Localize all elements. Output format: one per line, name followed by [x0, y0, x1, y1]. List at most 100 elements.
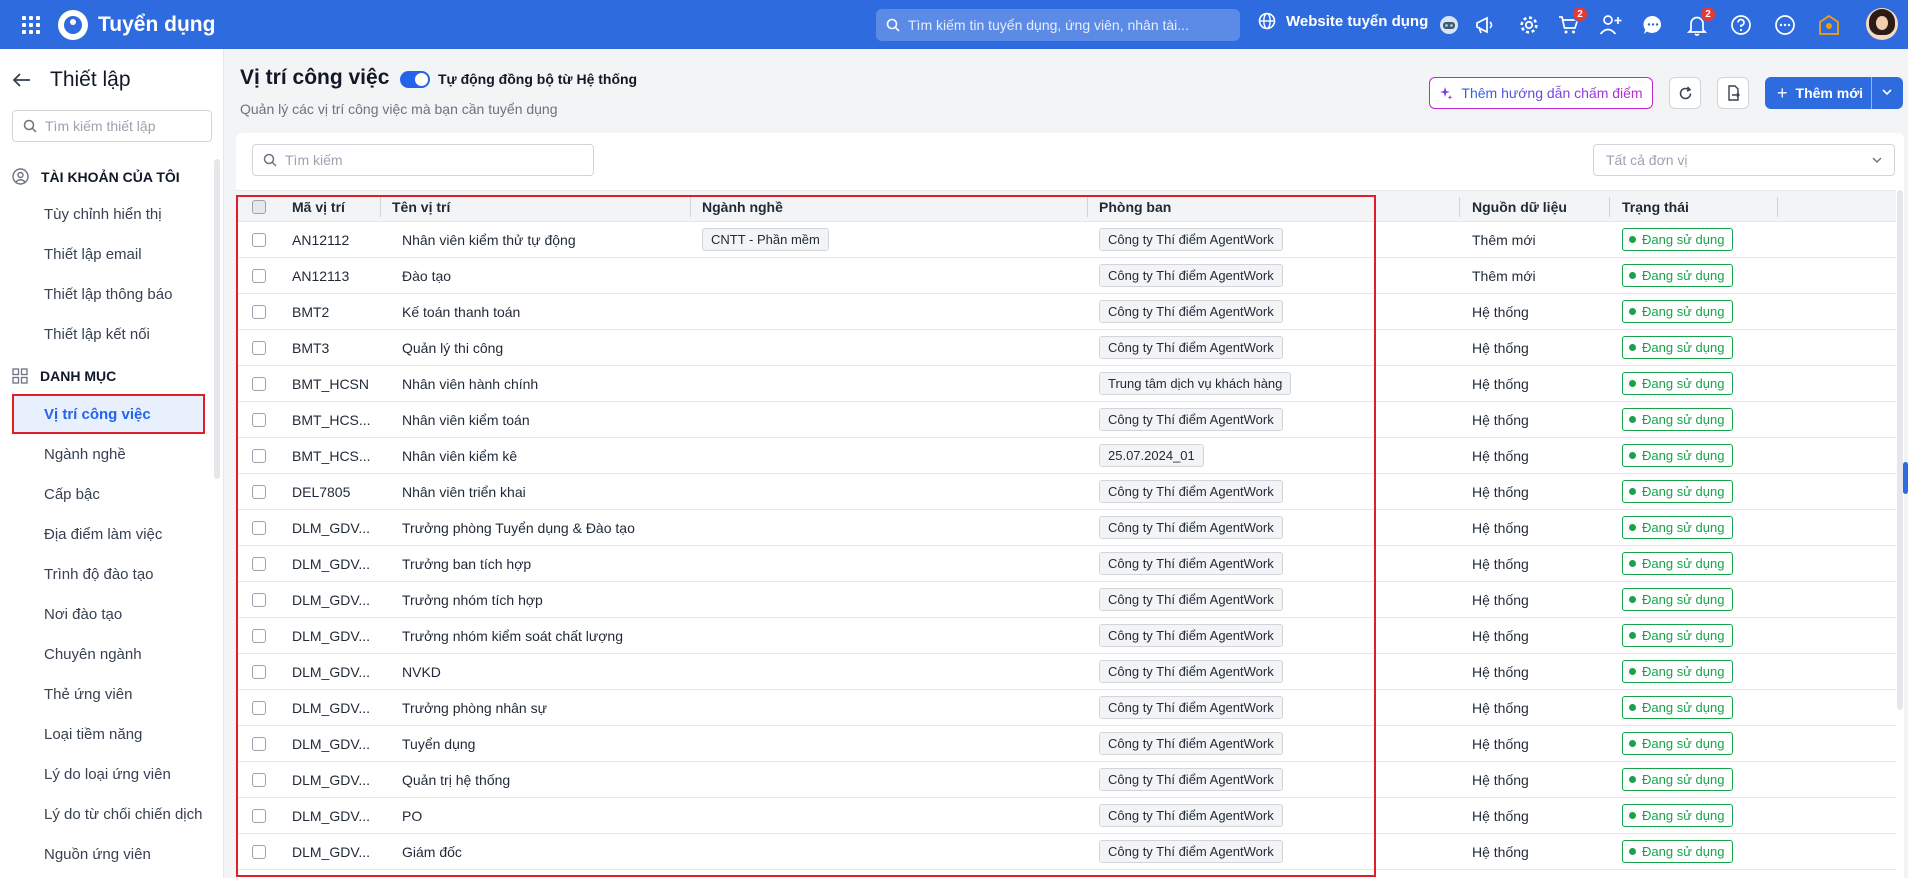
row-checkbox[interactable]: [252, 340, 266, 355]
sidebar-item-campaign-decline-reasons[interactable]: Lý do từ chối chiến dịch: [44, 806, 202, 823]
sidebar-item-industries[interactable]: Ngành nghề: [44, 446, 126, 463]
sidebar-item-email-settings[interactable]: Thiết lập email: [44, 246, 142, 263]
row-checkbox[interactable]: [252, 520, 266, 535]
sidebar-item-majors[interactable]: Chuyên ngành: [44, 646, 142, 663]
table-row[interactable]: AN12113 Đào tạo Công ty Thí điểm AgentWork…: [236, 258, 1896, 294]
header-industry[interactable]: Ngành nghề: [702, 191, 783, 222]
table-row[interactable]: BMT2 Kế toán thanh toán Công ty Thí điểm A…: [236, 294, 1896, 330]
row-checkbox[interactable]: [252, 664, 266, 679]
sidebar-item-candidate-sources[interactable]: Nguồn ứng viên: [44, 846, 151, 863]
table-row[interactable]: DEL7805 Nhân viên triển khai Công ty Thí đ…: [236, 474, 1896, 510]
add-new-button[interactable]: + Thêm mới: [1765, 77, 1903, 109]
add-user-icon[interactable]: [1598, 12, 1624, 38]
row-checkbox[interactable]: [252, 304, 266, 319]
row-checkbox[interactable]: [252, 844, 266, 859]
cell-name[interactable]: PO: [402, 798, 692, 833]
chat-icon[interactable]: [1640, 12, 1666, 38]
cell-name[interactable]: Nhân viên kiểm kê: [402, 438, 692, 473]
community-icon[interactable]: [1816, 12, 1842, 38]
bell-icon[interactable]: 2: [1684, 6, 1716, 38]
row-checkbox[interactable]: [252, 268, 266, 283]
header-source[interactable]: Nguồn dữ liệu: [1472, 191, 1567, 222]
sidebar-item-display-settings[interactable]: Tùy chỉnh hiển thị: [44, 206, 162, 223]
row-checkbox[interactable]: [252, 412, 266, 427]
table-row[interactable]: BMT3 Quản lý thi công Công ty Thí điểm Age…: [236, 330, 1896, 366]
cell-name[interactable]: Nhân viên kiểm toán: [402, 402, 692, 437]
export-button[interactable]: [1717, 77, 1749, 109]
table-row[interactable]: AN12112 Nhân viên kiểm thử tự động CNTT - …: [236, 222, 1896, 258]
sidebar-scrollbar[interactable]: [214, 159, 220, 479]
row-checkbox[interactable]: [252, 556, 266, 571]
select-all-checkbox[interactable]: [252, 199, 266, 214]
sidebar-item-candidate-tags[interactable]: Thẻ ứng viên: [44, 686, 132, 703]
sidebar-item-connection-settings[interactable]: Thiết lập kết nối: [44, 326, 150, 343]
cell-name[interactable]: Nhân viên hành chính: [402, 366, 692, 401]
assistant-bot-icon[interactable]: [1436, 12, 1462, 38]
table-row[interactable]: DLM_GDV... PO Công ty Thí điểm AgentWork Hệ…: [236, 798, 1896, 834]
cell-name[interactable]: Trưởng ban tích hợp: [402, 546, 692, 581]
table-row[interactable]: DLM_GDV... Trưởng nhóm tích hợp Công ty Th…: [236, 582, 1896, 618]
app-title[interactable]: Tuyển dụng: [98, 13, 215, 37]
cell-name[interactable]: Quản trị hệ thống: [402, 762, 692, 797]
website-link[interactable]: Website tuyển dụng: [1258, 12, 1428, 30]
table-row[interactable]: DLM_GDV... Trưởng nhóm kiểm soát chất lượ…: [236, 618, 1896, 654]
cell-name[interactable]: Tuyển dụng: [402, 726, 692, 761]
back-arrow-icon[interactable]: [12, 72, 32, 88]
cell-name[interactable]: Quản lý thi công: [402, 330, 692, 365]
help-icon[interactable]: [1728, 12, 1754, 38]
chevron-down-icon[interactable]: [1879, 84, 1895, 100]
cart-icon[interactable]: 2: [1556, 6, 1588, 38]
unit-filter-select[interactable]: Tất cả đơn vị: [1593, 144, 1895, 176]
row-checkbox[interactable]: [252, 232, 266, 247]
more-icon[interactable]: [1772, 12, 1798, 38]
table-row[interactable]: DLM_GDV... Quản trị hệ thống Công ty Thí đ…: [236, 762, 1896, 798]
table-row[interactable]: DLM_GDV... Trưởng phòng nhân sự Công ty Th…: [236, 690, 1896, 726]
header-code[interactable]: Mã vị trí: [292, 191, 345, 222]
row-checkbox[interactable]: [252, 484, 266, 499]
cell-name[interactable]: Giám đốc: [402, 834, 692, 869]
header-department[interactable]: Phòng ban: [1099, 191, 1171, 222]
header-status[interactable]: Trạng thái: [1622, 191, 1689, 222]
main-scrollbar-thumb[interactable]: [1903, 462, 1908, 494]
sidebar-item-rejection-reasons[interactable]: Lý do loại ứng viên: [44, 766, 171, 783]
row-checkbox[interactable]: [252, 628, 266, 643]
cell-name[interactable]: Nhân viên kiểm thử tự động: [402, 222, 692, 257]
auto-sync-toggle[interactable]: [400, 71, 430, 88]
sidebar-item-work-locations[interactable]: Địa điểm làm việc: [44, 526, 162, 543]
cell-name[interactable]: Kế toán thanh toán: [402, 294, 692, 329]
table-row[interactable]: DLM_GDV... NVKD Công ty Thí điểm AgentWork…: [236, 654, 1896, 690]
row-checkbox[interactable]: [252, 592, 266, 607]
row-checkbox[interactable]: [252, 376, 266, 391]
sidebar-item-levels[interactable]: Cấp bậc: [44, 486, 100, 503]
cell-name[interactable]: Trưởng nhóm tích hợp: [402, 582, 692, 617]
row-checkbox[interactable]: [252, 448, 266, 463]
cell-name[interactable]: NVKD: [402, 654, 692, 689]
sidebar-item-notification-settings[interactable]: Thiết lập thông báo: [44, 286, 172, 303]
row-checkbox[interactable]: [252, 772, 266, 787]
sidebar-item-potential-types[interactable]: Loại tiềm năng: [44, 726, 142, 743]
table-row[interactable]: BMT_HCS... Nhân viên kiểm toán Công ty Thí…: [236, 402, 1896, 438]
cell-name[interactable]: Trưởng phòng nhân sự: [402, 690, 692, 725]
sidebar-item-training-places[interactable]: Nơi đào tạo: [44, 606, 122, 623]
main-scrollbar[interactable]: [1897, 190, 1903, 710]
position-search-input[interactable]: Tìm kiếm: [252, 144, 594, 176]
table-row[interactable]: DLM_GDV... Trưởng phòng Tuyển dụng & Đào …: [236, 510, 1896, 546]
refresh-button[interactable]: [1669, 77, 1701, 109]
cell-name[interactable]: Trưởng phòng Tuyển dụng & Đào tạo: [402, 510, 692, 545]
header-name[interactable]: Tên vị trí: [392, 191, 450, 222]
megaphone-icon[interactable]: [1472, 12, 1498, 38]
table-row[interactable]: DLM_GDV... Giám đốc Công ty Thí điểm Agent…: [236, 834, 1896, 870]
row-checkbox[interactable]: [252, 808, 266, 823]
cell-name[interactable]: Đào tạo: [402, 258, 692, 293]
global-search-input[interactable]: Tìm kiếm tin tuyển dụng, ứng viên, nhân …: [876, 9, 1240, 41]
user-avatar[interactable]: [1866, 8, 1898, 40]
table-row[interactable]: BMT_HCSN Nhân viên hành chính Trung tâm dị…: [236, 366, 1896, 402]
row-checkbox[interactable]: [252, 700, 266, 715]
row-checkbox[interactable]: [252, 736, 266, 751]
settings-search-input[interactable]: Tìm kiếm thiết lập: [12, 110, 212, 142]
cell-name[interactable]: Nhân viên triển khai: [402, 474, 692, 509]
table-row[interactable]: DLM_GDV... Trưởng ban tích hợp Công ty Thí…: [236, 546, 1896, 582]
app-grid-icon[interactable]: [18, 12, 44, 38]
table-row[interactable]: DLM_GDV... Tuyển dụng Công ty Thí điểm Age…: [236, 726, 1896, 762]
cell-name[interactable]: Trưởng nhóm kiểm soát chất lượng: [402, 618, 692, 653]
